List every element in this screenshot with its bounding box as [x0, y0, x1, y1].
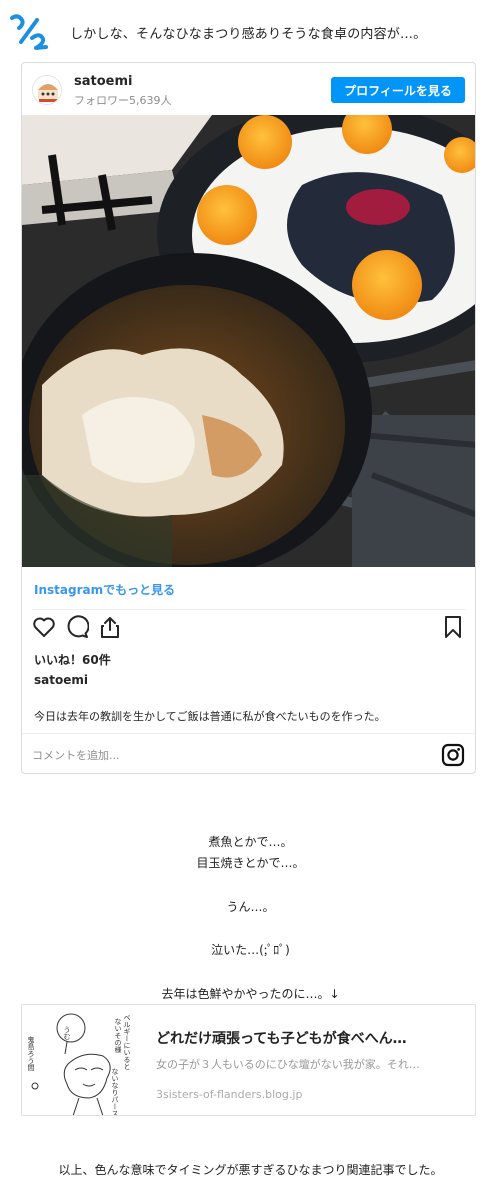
thumb-right-text: ベルギーにいると [123, 1014, 131, 1070]
page-count-mark-icon [10, 14, 48, 50]
post-actions [22, 615, 475, 645]
view-profile-button[interactable]: プロフィールを見る [331, 77, 465, 103]
body-line-2: 目玉焼きとかで…。 [196, 856, 305, 870]
follower-count: フォロワー5,639人 [74, 94, 172, 107]
comment-input[interactable] [32, 746, 422, 764]
intro-section: しかしな、そんなひなまつり感ありそうな食卓の内容が…。 [0, 0, 501, 62]
comment-icon[interactable] [65, 615, 89, 639]
article-domain: 3sisters-of-flanders.blog.jp [156, 1088, 303, 1101]
intro-text: しかしな、そんなひなまつり感ありそうな食卓の内容が…。 [70, 27, 427, 42]
comment-row [22, 733, 475, 773]
thumb-bubble-text: うむ [63, 1026, 71, 1040]
post-photo[interactable] [22, 115, 475, 567]
like-count[interactable]: いいね！60件 [34, 651, 111, 668]
instagram-header: satoemi フォロワー5,639人 プロフィールを見る [22, 63, 475, 115]
share-icon[interactable] [98, 615, 122, 639]
instagram-username[interactable]: satoemi [74, 74, 132, 89]
thumb-right-text-2: ないその様 [114, 1018, 122, 1053]
instagram-embed: satoemi フォロワー5,639人 プロフィールを見る Instagramで… [21, 62, 476, 774]
stove-food-photo [22, 115, 475, 567]
body-line-3: うん…。 [226, 900, 275, 914]
heart-icon[interactable] [32, 615, 56, 639]
thumb-left-text: 鬼島ろう間 [27, 1035, 35, 1072]
avatar[interactable] [32, 75, 62, 105]
body-line-4: 泣いた…(;ﾟﾛﾟ) [211, 943, 290, 957]
post-owner[interactable]: satoemi [34, 673, 88, 687]
article-description: 女の子が３人もいるのにひな壇がない我が家。それ… [156, 1058, 420, 1071]
outro-text: 以上、色んな意味でタイミングが悪すぎるひなまつり関連記事でした。 [58, 1163, 443, 1177]
article-thumbnail[interactable]: うむ ベルギーにいると ないその様 鬼島ろう間 ないなりパース [23, 1006, 145, 1116]
body-line-1: 煮魚とかで…。 [208, 835, 293, 849]
bookmark-icon[interactable] [441, 615, 465, 639]
article-title[interactable]: どれだけ頑張っても子どもが食べへん… [156, 1028, 456, 1048]
divider [32, 609, 466, 610]
avatar-illustration-icon [33, 76, 61, 104]
post-caption: 今日は去年の教訓を生かしてご飯は普通に私が食べたいものを作った。 [34, 710, 386, 723]
thumb-bottom-text: ないなりパース [111, 1068, 119, 1116]
view-more-on-instagram-link[interactable]: Instagramでもっと見る [34, 581, 175, 598]
instagram-logo-icon[interactable] [441, 743, 465, 767]
body-line-5: 去年は色鮮やかやったのに…。↓ [161, 987, 340, 1001]
sketch-illustration: うむ ベルギーにいると ないその様 鬼島ろう間 ないなりパース [23, 1006, 145, 1116]
related-article-card[interactable]: うむ ベルギーにいると ないその様 鬼島ろう間 ないなりパース どれだけ頑張って… [21, 1004, 476, 1116]
